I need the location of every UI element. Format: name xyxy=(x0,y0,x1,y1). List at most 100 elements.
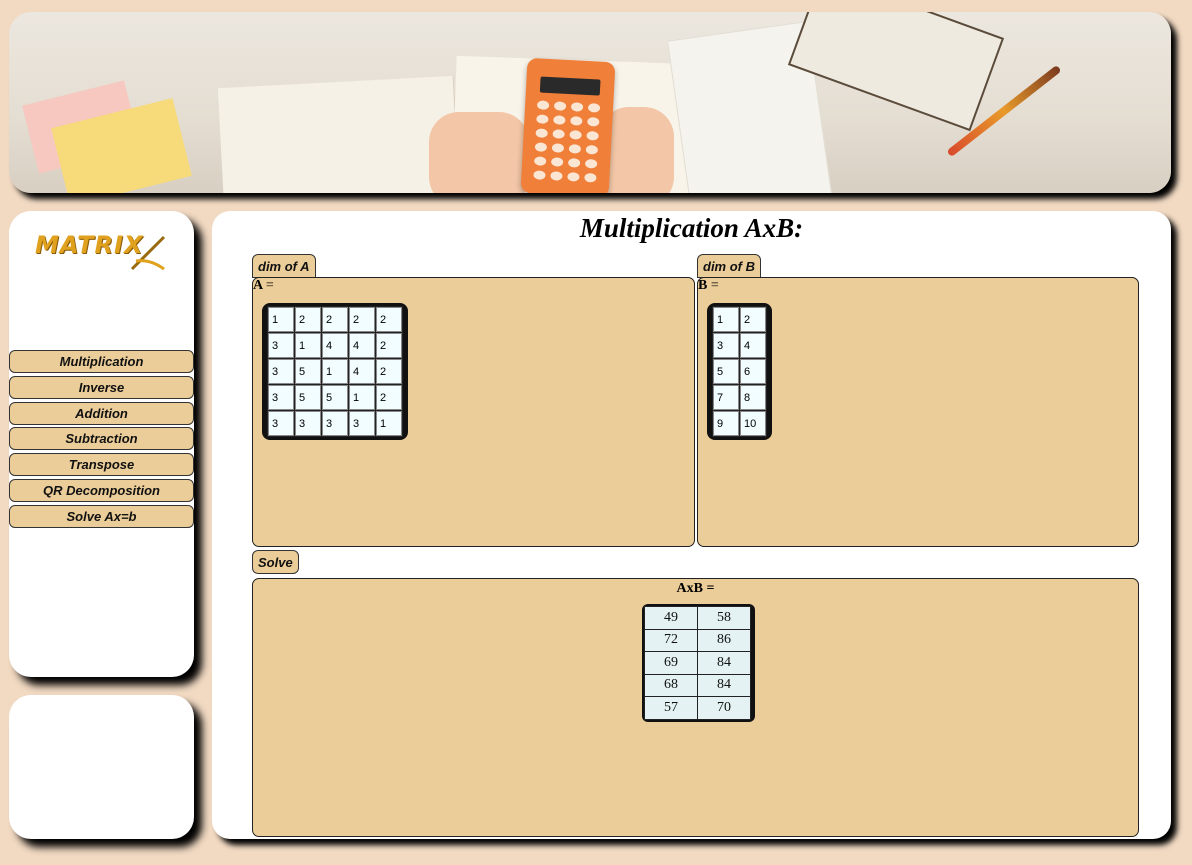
sidebar-item-qr-decomposition[interactable]: QR Decomposition xyxy=(9,478,194,502)
matrix-a-cell-input[interactable] xyxy=(295,359,321,384)
sidebar-nav: Multiplication Inverse Addition Subtract… xyxy=(9,350,194,531)
matrix-b-cell-input[interactable] xyxy=(740,411,766,436)
sidebar-item-label: Transpose xyxy=(68,457,135,473)
matrix-b-cell-input[interactable] xyxy=(713,411,739,436)
matrix-a-cell-input[interactable] xyxy=(268,307,294,332)
sidebar-item-subtraction[interactable]: Subtraction xyxy=(9,427,194,451)
sidebar-item-transpose[interactable]: Transpose xyxy=(9,453,194,477)
dim-of-b-button[interactable]: dim of B xyxy=(697,254,761,278)
matrix-a-row xyxy=(267,410,403,437)
matrix-a-cell-input[interactable] xyxy=(295,411,321,436)
matrix-a-cell xyxy=(348,384,376,411)
matrix-b-row xyxy=(712,410,767,437)
matrix-b-cell xyxy=(712,410,740,437)
matrix-b-cell xyxy=(739,358,767,385)
result-row: 49 58 xyxy=(644,606,751,630)
header-banner-image xyxy=(9,12,1171,193)
matrix-a-cell xyxy=(321,384,349,411)
matrix-logo[interactable]: MATRIX xyxy=(35,229,166,273)
matrix-a-cell-input[interactable] xyxy=(349,307,375,332)
sidebar-item-solve-ax-b[interactable]: Solve Ax=b xyxy=(9,504,194,528)
page-title: Multiplication AxB: xyxy=(579,213,804,243)
matrix-b-cell xyxy=(712,332,740,359)
logo-text: MATRIX xyxy=(35,231,144,259)
matrix-a-cell-input[interactable] xyxy=(376,359,402,384)
result-cell: 58 xyxy=(697,606,751,630)
dim-of-a-button[interactable]: dim of A xyxy=(252,254,316,278)
matrix-b-cell-input[interactable] xyxy=(713,333,739,358)
matrix-a-cell xyxy=(267,384,295,411)
calculator-icon xyxy=(520,57,616,193)
matrix-a-cell-input[interactable] xyxy=(268,359,294,384)
matrix-a-cell-input[interactable] xyxy=(349,385,375,410)
matrix-a-cell xyxy=(267,306,295,333)
matrix-a-cell xyxy=(294,358,322,385)
matrix-a-cell-input[interactable] xyxy=(322,385,348,410)
matrix-a-cell-input[interactable] xyxy=(322,333,348,358)
dim-of-b-label: dim of B xyxy=(703,258,755,274)
matrix-a-cell-input[interactable] xyxy=(295,385,321,410)
matrix-a-cell-input[interactable] xyxy=(268,333,294,358)
result-cell: 70 xyxy=(697,696,751,720)
matrix-a-cell-input[interactable] xyxy=(295,307,321,332)
solve-button[interactable]: Solve xyxy=(252,550,299,574)
matrix-a-cell-input[interactable] xyxy=(376,307,402,332)
matrix-a-row xyxy=(267,358,403,385)
matrix-b-cell-input[interactable] xyxy=(713,307,739,332)
matrix-a-cell-input[interactable] xyxy=(349,359,375,384)
matrix-a-cell xyxy=(321,306,349,333)
matrix-b-cell xyxy=(712,358,740,385)
matrix-a-cell-input[interactable] xyxy=(322,359,348,384)
matrix-a-cell xyxy=(294,410,322,437)
sidebar-item-label: QR Decomposition xyxy=(42,482,160,498)
matrix-a-cell xyxy=(294,306,322,333)
hand-left xyxy=(429,112,529,193)
sidebar-item-label: Addition xyxy=(75,405,128,421)
matrix-a-cell xyxy=(375,358,403,385)
matrix-a-cell-input[interactable] xyxy=(376,385,402,410)
sidebar-item-addition[interactable]: Addition xyxy=(9,401,194,425)
matrix-a-cell-input[interactable] xyxy=(268,411,294,436)
result-label: AxB = xyxy=(676,581,715,596)
matrix-a-cell-input[interactable] xyxy=(322,307,348,332)
matrix-b-cell-input[interactable] xyxy=(713,359,739,384)
matrix-a-cell-input[interactable] xyxy=(349,411,375,436)
solve-label: Solve xyxy=(258,554,293,570)
matrix-a-cell xyxy=(375,384,403,411)
matrix-b-cell-input[interactable] xyxy=(740,333,766,358)
result-row: 68 84 xyxy=(644,673,751,697)
matrix-a-cell xyxy=(375,410,403,437)
result-row: 69 84 xyxy=(644,651,751,675)
matrix-b-row xyxy=(712,358,767,385)
matrix-a-cell-input[interactable] xyxy=(376,411,402,436)
matrix-b-cell xyxy=(712,306,740,333)
dim-of-a-label: dim of A xyxy=(258,258,310,274)
matrix-a-cell xyxy=(348,358,376,385)
sidebar-item-inverse[interactable]: Inverse xyxy=(9,375,194,399)
matrix-b-cell xyxy=(712,384,740,411)
matrix-a-cell-input[interactable] xyxy=(349,333,375,358)
sidebar-bottom-panel xyxy=(9,695,194,839)
matrix-a-cell-input[interactable] xyxy=(322,411,348,436)
matrix-b-cell-input[interactable] xyxy=(740,307,766,332)
sidebar-item-multiplication[interactable]: Multiplication xyxy=(9,350,194,373)
sidebar-item-label: Solve Ax=b xyxy=(66,508,137,524)
matrix-b-cell-input[interactable] xyxy=(713,385,739,410)
matrix-b-cell-input[interactable] xyxy=(740,385,766,410)
matrix-a-cell-input[interactable] xyxy=(268,385,294,410)
matrix-b-cell xyxy=(739,332,767,359)
matrix-a-row xyxy=(267,384,403,411)
matrix-a-cell xyxy=(375,332,403,359)
matrix-b-cell xyxy=(739,306,767,333)
matrix-a-row xyxy=(267,332,403,359)
matrix-a-cell xyxy=(375,306,403,333)
matrix-a-cell xyxy=(267,410,295,437)
result-cell: 86 xyxy=(697,628,751,652)
matrix-b-cell-input[interactable] xyxy=(740,359,766,384)
matrix-a-cell xyxy=(321,358,349,385)
matrix-b-label: B = xyxy=(698,278,719,293)
matrix-a-cell-input[interactable] xyxy=(376,333,402,358)
matrix-a-label: A = xyxy=(253,278,274,293)
matrix-a-cell-input[interactable] xyxy=(295,333,321,358)
result-cell: 84 xyxy=(697,651,751,675)
